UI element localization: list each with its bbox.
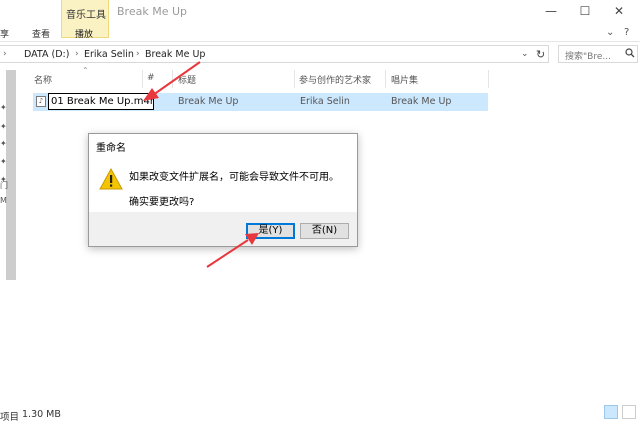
dialog-question: 确实要更改吗? <box>129 197 195 208</box>
column-divider[interactable] <box>142 70 143 88</box>
minimize-button[interactable]: — <box>544 4 558 18</box>
tab-play[interactable]: 播放 <box>75 27 93 40</box>
breadcrumb-separator-icon[interactable]: › <box>136 49 140 59</box>
large-icons-view-button[interactable] <box>622 405 636 419</box>
file-album: Break Me Up <box>391 96 452 107</box>
breadcrumb-chevron-icon[interactable]: › <box>3 49 7 59</box>
close-button[interactable]: ✕ <box>612 4 626 18</box>
warning-icon <box>99 167 123 193</box>
breadcrumb-data-drive[interactable]: DATA (D:) <box>24 49 69 60</box>
status-file-size: 1.30 MB <box>22 409 61 420</box>
explorer-window: 音乐工具 Break Me Up — ☐ ✕ 享 查看 播放 ⌄ ? › DAT… <box>0 0 640 424</box>
search-box[interactable]: 搜索"Bre... <box>558 45 638 63</box>
nav-pin-icon[interactable]: ✦ <box>0 139 7 148</box>
column-divider[interactable] <box>172 70 173 88</box>
sort-ascending-icon: ⌃ <box>82 66 89 75</box>
no-button[interactable]: 否(N) <box>300 223 349 239</box>
nav-pin-icon[interactable]: ✦ <box>0 122 7 131</box>
dialog-title: 重命名 <box>96 143 126 154</box>
address-row: › DATA (D:) › Erika Selin › Break Me Up … <box>0 44 640 66</box>
tab-view[interactable]: 查看 <box>32 27 50 40</box>
column-divider[interactable] <box>385 70 386 88</box>
nav-item-label[interactable]: M <box>0 196 7 205</box>
breadcrumb-break-me-up[interactable]: Break Me Up <box>145 49 205 60</box>
dialog-message: 如果改变文件扩展名，可能会导致文件不可用。 <box>129 172 339 183</box>
details-view-button[interactable] <box>604 405 618 419</box>
refresh-icon[interactable]: ↻ <box>536 48 545 61</box>
yes-button[interactable]: 是(Y) <box>246 223 295 239</box>
breadcrumb-erika-selin[interactable]: Erika Selin <box>84 49 134 60</box>
column-header-title[interactable]: 标题 <box>178 73 196 86</box>
audio-file-icon: ♪ <box>36 96 46 107</box>
dialog-title-bar: 重命名 <box>89 134 357 156</box>
dialog-body: 如果改变文件扩展名，可能会导致文件不可用。 确实要更改吗? <box>89 156 357 212</box>
rename-dialog: 重命名 如果改变文件扩展名，可能会导致文件不可用。 确实要更改吗? 是(Y) 否… <box>88 133 358 247</box>
file-title: Break Me Up <box>178 96 239 107</box>
address-bar[interactable]: › DATA (D:) › Erika Selin › Break Me Up … <box>0 45 549 63</box>
ribbon-collapse-icon[interactable]: ⌄ <box>606 27 614 38</box>
help-icon[interactable]: ? <box>624 27 629 38</box>
nav-item-label[interactable]: 门 <box>0 180 8 191</box>
column-header-name[interactable]: 名称 <box>34 73 52 86</box>
window-title: Break Me Up <box>117 5 187 18</box>
breadcrumb-separator-icon[interactable]: › <box>75 49 79 59</box>
search-icon[interactable] <box>625 48 635 61</box>
column-header-album[interactable]: 唱片集 <box>391 73 418 86</box>
rename-input[interactable]: 01 Break Me Up.m4r <box>48 93 154 110</box>
nav-scrollbar[interactable] <box>6 70 16 280</box>
address-dropdown-icon[interactable]: ⌄ <box>521 49 529 59</box>
search-input[interactable]: 搜索"Bre... <box>565 49 611 62</box>
maximize-button[interactable]: ☐ <box>578 4 592 18</box>
tab-share[interactable]: 享 <box>0 27 9 40</box>
column-divider[interactable] <box>488 70 489 88</box>
status-item-count: 项目 <box>0 412 20 423</box>
column-divider[interactable] <box>294 70 295 88</box>
nav-pin-icon[interactable]: ✦ <box>0 157 7 166</box>
nav-pin-icon[interactable]: ✦ <box>0 103 7 112</box>
column-header-artist[interactable]: 参与创作的艺术家 <box>299 73 371 86</box>
column-header-number[interactable]: # <box>147 73 155 83</box>
music-tools-tab[interactable]: 音乐工具 <box>66 6 106 21</box>
status-bar: 项目 1.30 MB <box>0 406 640 424</box>
file-artist: Erika Selin <box>300 96 350 107</box>
ribbon-tabs: 享 查看 播放 <box>0 24 640 42</box>
